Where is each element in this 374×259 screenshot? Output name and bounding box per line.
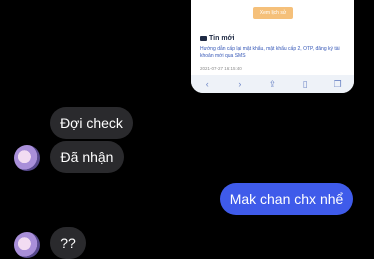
forward-icon: › bbox=[238, 79, 242, 89]
message-text: Mak chan chx nhể bbox=[229, 191, 344, 207]
avatar[interactable] bbox=[14, 145, 40, 171]
message-bubble-received[interactable]: Đã nhận bbox=[50, 141, 124, 173]
message-text: ?? bbox=[60, 235, 76, 251]
newspaper-icon bbox=[200, 36, 207, 41]
browser-toolbar: ‹ › ⇪ ▯ ❐ bbox=[191, 75, 354, 93]
news-heading: Tin mới bbox=[200, 35, 234, 42]
shared-screenshot-image[interactable]: Xem lịch sử Tin mới Hướng dẫn cấp lại mậ… bbox=[191, 0, 354, 93]
message-bubble-received[interactable]: ?? bbox=[50, 227, 86, 259]
view-history-button: Xem lịch sử bbox=[253, 7, 293, 19]
bookmarks-icon: ▯ bbox=[302, 78, 308, 89]
message-bubble-received[interactable]: Đợi check bbox=[50, 107, 133, 139]
message-text: Đã nhận bbox=[60, 149, 114, 165]
news-timestamp: 2021-07-27 16:15:40 bbox=[200, 66, 242, 71]
message-text: Đợi check bbox=[60, 115, 123, 131]
back-icon: ‹ bbox=[205, 79, 209, 89]
news-title: Hướng dẫn cấp lại mật khẩu, mật khẩu cấp… bbox=[200, 46, 340, 59]
tabs-icon: ❐ bbox=[333, 78, 342, 89]
message-bubble-sent[interactable]: Mak chan chx nhể bbox=[220, 183, 353, 215]
avatar[interactable] bbox=[14, 232, 40, 258]
news-heading-label: Tin mới bbox=[209, 35, 235, 42]
share-icon: ⇪ bbox=[268, 78, 277, 89]
